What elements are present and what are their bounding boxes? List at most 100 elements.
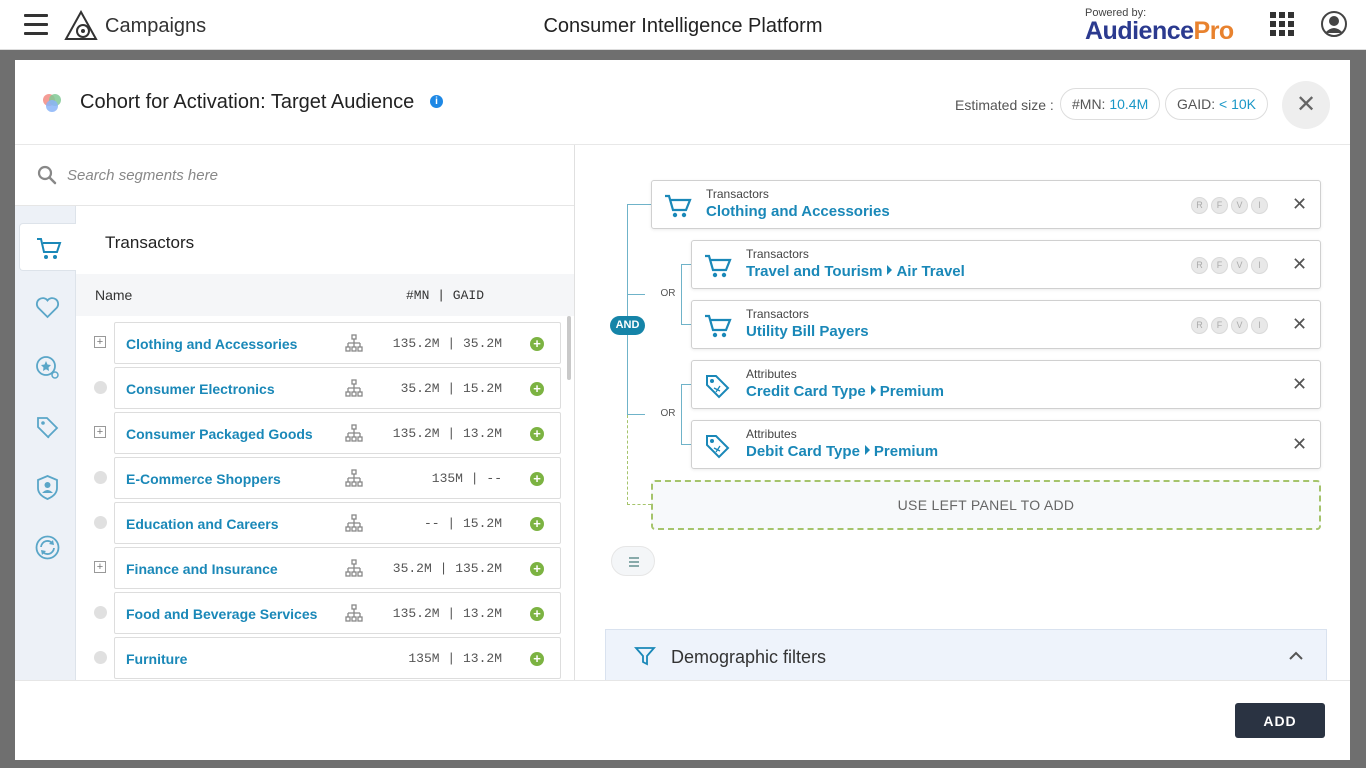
rule-subsegment: Premium: [879, 383, 944, 400]
expand-plus-icon[interactable]: +: [94, 561, 106, 573]
segment-counts: 135.2M | 35.2M: [392, 336, 502, 351]
rfvi-toggle[interactable]: V: [1231, 317, 1248, 334]
segment-card[interactable]: Education and Careers -- | 15.2M +: [114, 502, 561, 544]
segment-row: Food and Beverage Services 135.2M | 13.2M…: [76, 592, 574, 637]
add-segment-icon[interactable]: +: [530, 562, 544, 576]
or-operator-badge[interactable]: OR: [655, 405, 681, 423]
remove-rule-icon[interactable]: ✕: [1292, 374, 1307, 395]
connector-branch: [627, 414, 645, 415]
add-segment-icon[interactable]: +: [530, 517, 544, 531]
add-segment-icon[interactable]: +: [530, 427, 544, 441]
top-bar: Campaigns Consumer Intelligence Platform…: [0, 0, 1366, 50]
badge-search-icon: [36, 356, 59, 379]
rfvi-toggle[interactable]: F: [1211, 257, 1228, 274]
rfvi-toggle[interactable]: I: [1251, 317, 1268, 334]
heart-icon: [35, 297, 60, 319]
rule-subsegment: Premium: [873, 443, 939, 460]
rfvi-toggle[interactable]: V: [1231, 257, 1248, 274]
add-segment-icon[interactable]: +: [530, 382, 544, 396]
segment-name[interactable]: Furniture: [126, 651, 187, 667]
add-segment-icon[interactable]: +: [530, 607, 544, 621]
segment-card[interactable]: Food and Beverage Services 135.2M | 13.2M…: [114, 592, 561, 634]
list-view-toggle[interactable]: [611, 546, 655, 576]
segment-card[interactable]: Clothing and Accessories 135.2M | 35.2M +: [114, 322, 561, 364]
add-rule-placeholder[interactable]: USE LEFT PANEL TO ADD: [651, 480, 1321, 530]
expand-plus-icon[interactable]: +: [94, 336, 106, 348]
segment-card[interactable]: Consumer Packaged Goods 135.2M | 13.2M +: [114, 412, 561, 454]
expand-plus-icon[interactable]: +: [94, 426, 106, 438]
segment-name[interactable]: Finance and Insurance: [126, 561, 278, 577]
segment-name[interactable]: E-Commerce Shoppers: [126, 471, 281, 487]
tags-icon: [37, 417, 59, 439]
segment-card[interactable]: Consumer Electronics 35.2M | 15.2M +: [114, 367, 561, 409]
rfvi-toggle[interactable]: R: [1191, 257, 1208, 274]
remove-rule-icon[interactable]: ✕: [1292, 434, 1307, 455]
rfvi-toggle[interactable]: F: [1211, 317, 1228, 334]
rfvi-toggle[interactable]: V: [1231, 197, 1248, 214]
rule-category: Attributes: [746, 367, 797, 381]
hierarchy-icon[interactable]: [345, 424, 363, 442]
rule-card[interactable]: Transactors Clothing and Accessories R F V I ✕: [651, 180, 1321, 229]
caret-right-icon: [887, 265, 893, 275]
brand-name-part2: Pro: [1193, 17, 1235, 45]
rfvi-toggle[interactable]: R: [1191, 317, 1208, 334]
segment-card[interactable]: E-Commerce Shoppers 135M | -- +: [114, 457, 561, 499]
segment-name[interactable]: Education and Careers: [126, 516, 279, 532]
tab-interests[interactable]: [19, 283, 75, 331]
segment-card[interactable]: Finance and Insurance 35.2M | 135.2M +: [114, 547, 561, 589]
user-avatar-icon[interactable]: [1321, 11, 1347, 37]
remove-rule-icon[interactable]: ✕: [1292, 314, 1307, 335]
hierarchy-icon[interactable]: [345, 514, 363, 532]
tag-icon: [704, 432, 732, 460]
brand-name-part1: Audience: [1085, 17, 1194, 45]
gaid-value: < 10K: [1219, 96, 1256, 112]
close-modal-button[interactable]: ✕: [1282, 81, 1330, 129]
column-counts: #MN | GAID: [406, 288, 485, 303]
tab-badges[interactable]: [19, 343, 75, 391]
rule-card[interactable]: Attributes Credit Card Type Premium ✕: [691, 360, 1321, 409]
add-segment-icon[interactable]: +: [530, 472, 544, 486]
hierarchy-icon[interactable]: [345, 334, 363, 352]
chevron-up-icon[interactable]: [1288, 648, 1304, 664]
hierarchy-icon[interactable]: [345, 604, 363, 622]
cart-icon: [704, 252, 732, 280]
cart-icon: [37, 238, 62, 259]
demographic-filters-panel[interactable]: Demographic filters: [605, 629, 1327, 680]
add-segment-icon[interactable]: +: [530, 652, 544, 666]
segment-search-input[interactable]: [67, 157, 547, 193]
segment-name[interactable]: Consumer Electronics: [126, 381, 275, 397]
connector-branch: [681, 444, 691, 445]
info-icon[interactable]: i: [430, 95, 443, 108]
tab-transactors[interactable]: [19, 223, 76, 271]
rfvi-toggle[interactable]: R: [1191, 197, 1208, 214]
segment-name[interactable]: Food and Beverage Services: [126, 606, 317, 622]
rule-card[interactable]: Transactors Utility Bill Payers R F V I ✕: [691, 300, 1321, 349]
segment-card[interactable]: Furniture 135M | 13.2M +: [114, 637, 561, 679]
add-segment-icon[interactable]: +: [530, 337, 544, 351]
segment-name[interactable]: Clothing and Accessories: [126, 336, 297, 352]
and-operator-badge[interactable]: AND: [610, 316, 645, 335]
rule-card[interactable]: Transactors Travel and Tourism Air Travel R…: [691, 240, 1321, 289]
rfvi-toggle[interactable]: I: [1251, 197, 1268, 214]
tab-attributes[interactable]: [19, 403, 75, 451]
hamburger-menu-icon[interactable]: [24, 14, 48, 36]
remove-rule-icon[interactable]: ✕: [1292, 194, 1307, 215]
cohort-builder: AND OR OR Transactors Clothing and Access…: [576, 145, 1350, 680]
tab-lookalike[interactable]: [19, 523, 75, 571]
add-button[interactable]: ADD: [1235, 703, 1325, 738]
rfvi-toggle[interactable]: F: [1211, 197, 1228, 214]
tab-personas[interactable]: [19, 463, 75, 511]
hierarchy-icon[interactable]: [345, 469, 363, 487]
or-operator-badge[interactable]: OR: [655, 285, 681, 303]
cart-icon: [704, 312, 732, 340]
rfvi-toggle[interactable]: I: [1251, 257, 1268, 274]
search-bar: [15, 145, 574, 206]
hierarchy-icon[interactable]: [345, 379, 363, 397]
column-name: Name: [95, 287, 133, 303]
hierarchy-icon[interactable]: [345, 559, 363, 577]
rule-card[interactable]: Attributes Debit Card Type Premium ✕: [691, 420, 1321, 469]
app-name[interactable]: Campaigns: [105, 15, 206, 38]
segment-name[interactable]: Consumer Packaged Goods: [126, 426, 313, 442]
apps-grid-icon[interactable]: [1270, 12, 1294, 36]
remove-rule-icon[interactable]: ✕: [1292, 254, 1307, 275]
